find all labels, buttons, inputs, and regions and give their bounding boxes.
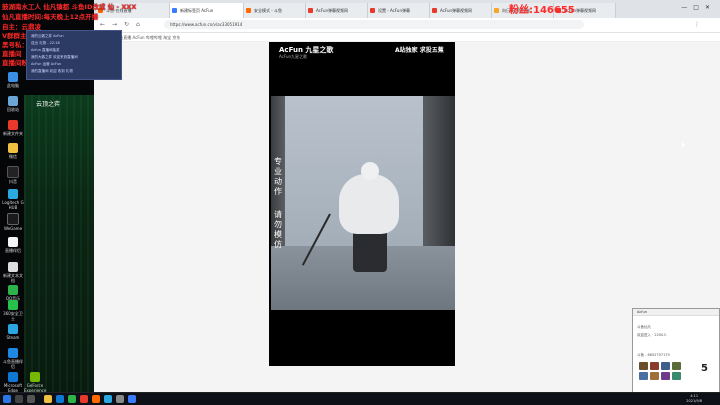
gift-thumb[interactable] <box>650 372 659 380</box>
tab-bar: 斗鱼-在线直播 新建标签页 AcFun 安全模式 - 斗鱼 AcFun弹幕视频网… <box>94 0 720 18</box>
desktop-icon[interactable]: WeGame <box>2 213 24 231</box>
desktop-icon[interactable]: 新建文件夹 <box>2 120 24 136</box>
game-wallpaper-strip <box>24 95 94 392</box>
explorer-icon[interactable] <box>44 395 52 403</box>
chat-line: 斗鱼仙凡 <box>637 325 651 329</box>
browser-tab-active[interactable]: 新建标签页 AcFun <box>170 3 244 18</box>
desktop-icon[interactable]: GeForce Experience <box>24 372 46 393</box>
mouse-cursor <box>682 142 685 148</box>
menu-icon[interactable]: ⋮ <box>694 21 700 28</box>
desktop-icon[interactable]: 此电脑 <box>2 72 24 88</box>
desktop-icon[interactable]: 直播伴侣 <box>2 237 24 253</box>
person-legs <box>353 228 387 272</box>
desktop-icon[interactable]: Logitech G HUB <box>2 189 24 210</box>
gift-thumb[interactable] <box>639 362 648 370</box>
start-icon[interactable] <box>3 395 11 403</box>
video-player[interactable]: AcFun 九星之歌 AcFun九星之歌 A站独家 求投五蕉 专业动作 请勿模仿 <box>269 42 455 366</box>
address-bar[interactable]: https://www.acfun.cn/v/ac33051914 <box>164 20 584 29</box>
desktop-icon[interactable]: Steam <box>2 324 24 340</box>
tab-favicon <box>246 8 251 13</box>
desktop-icon[interactable]: Microsoft Edge <box>2 372 24 393</box>
browser-window: 斗鱼-在线直播 新建标签页 AcFun 安全模式 - 斗鱼 AcFun弹幕视频网… <box>94 0 720 392</box>
chat-line: AcFun 运营 AcFun <box>31 62 62 66</box>
fan-count: 粉丝:146655 <box>509 5 575 16</box>
taskview-icon[interactable] <box>27 395 35 403</box>
desktop-icon[interactable]: 抖音 <box>2 166 24 184</box>
app-icon[interactable] <box>116 395 124 403</box>
desktop-icon[interactable]: 微信 <box>2 143 24 159</box>
gift-thumb[interactable] <box>661 372 670 380</box>
video-caption-1: 专业动作 <box>274 157 282 196</box>
gift-thumb[interactable] <box>661 362 670 370</box>
video-frame <box>271 96 455 310</box>
tab-favicon <box>494 8 499 13</box>
video-caption-2: 请勿模仿 <box>274 210 282 249</box>
qq-icon[interactable] <box>104 395 112 403</box>
video-heading: A站独家 求投五蕉 <box>395 47 444 54</box>
chat-popup-window[interactable]: 我的云鼎之弈 AcFun 送出 礼物 - 22:18 Acfun 直播间抽奖 我… <box>26 30 122 80</box>
douyu-icon[interactable] <box>92 395 100 403</box>
browser-tab[interactable]: AcFun弹幕视频网 <box>430 3 492 18</box>
home-icon[interactable]: ⌂ <box>136 21 140 28</box>
overlay-line: 鼓湖南水工人 仙凡镇都 斗鱼ID改成 仙 - XXX <box>2 3 137 11</box>
gift-thumb[interactable] <box>672 362 681 370</box>
chat-line: 欢迎进入 · 2200人 <box>637 333 667 337</box>
desktop-icon[interactable]: 回收站 <box>2 96 24 112</box>
reload-icon[interactable]: ↻ <box>124 21 129 28</box>
gift-count: 5 <box>701 363 708 374</box>
browser-toolbar: ← → ↻ ⌂ https://www.acfun.cn/v/ac3305191… <box>94 18 720 33</box>
forward-icon[interactable]: → <box>112 21 117 28</box>
back-icon[interactable]: ← <box>100 21 105 28</box>
browser-tab[interactable]: 设置 - AcFun弹幕 <box>368 3 430 18</box>
tab-favicon <box>308 8 313 13</box>
wechat-icon[interactable] <box>68 395 76 403</box>
person-head <box>361 162 379 180</box>
browser-icon[interactable] <box>128 395 136 403</box>
system-clock[interactable]: 4:11 2021/9/8 <box>686 394 702 404</box>
tab-favicon <box>370 8 375 13</box>
chat-line: Acfun 直播间抽奖 <box>31 48 60 52</box>
desktop-icon[interactable]: QQ音乐 <box>2 285 24 301</box>
game-window-title[interactable]: 云顶之弈 <box>36 98 94 112</box>
browser-tab[interactable]: AcFun弹幕视频网 <box>306 3 368 18</box>
desktop-icon[interactable]: 360安全卫士 <box>2 300 24 321</box>
tab-favicon <box>172 8 177 13</box>
page-content: AcFun 九星之歌 AcFun九星之歌 A站独家 求投五蕉 专业动作 请勿模仿 <box>94 42 720 392</box>
person-body <box>339 174 399 234</box>
chat-line: 我的云鼎之弈 AcFun <box>31 34 64 38</box>
app-icon[interactable] <box>80 395 88 403</box>
chat-title: Acfun <box>633 309 719 316</box>
overlay-line: 仙凡直播时间:每天晚上12点开播 <box>2 13 99 21</box>
gift-thumb[interactable] <box>672 372 681 380</box>
edge-icon[interactable] <box>56 395 64 403</box>
chat-line: 送出 礼物 - 22:18 <box>31 41 60 45</box>
chat-line: 斗鱼 - 6652797179 <box>637 353 670 357</box>
gift-thumb[interactable] <box>650 362 659 370</box>
bookmarks-bar[interactable]: 书签栏 斗鱼直播 AcFun 哔哩哔哩 淘宝 京东 <box>94 33 720 42</box>
taskbar: 4:11 2021/9/8 <box>0 392 720 405</box>
search-icon[interactable] <box>15 395 23 403</box>
gift-thumb[interactable] <box>639 372 648 380</box>
tab-favicon <box>432 8 437 13</box>
window-controls[interactable]: —□✕ <box>681 4 716 11</box>
video-channel-name: AcFun九星之歌 <box>279 54 308 59</box>
chat-line: 我的大鼎之弈 欢迎来到直播间 <box>31 55 78 59</box>
desktop-icon[interactable]: 斗鱼直播伴侣 <box>2 348 24 369</box>
desktop-icon[interactable]: 新建文本文档 <box>2 262 24 283</box>
clock-date: 2021/9/8 <box>686 399 702 403</box>
browser-tab[interactable]: 安全模式 - 斗鱼 <box>244 3 306 18</box>
chat-line: 我的直播间 欢迎 收到 礼物 <box>31 69 73 73</box>
im-chat-panel[interactable]: Acfun 斗鱼仙凡 欢迎进入 · 2200人 斗鱼 - 6652797179 … <box>632 308 720 394</box>
